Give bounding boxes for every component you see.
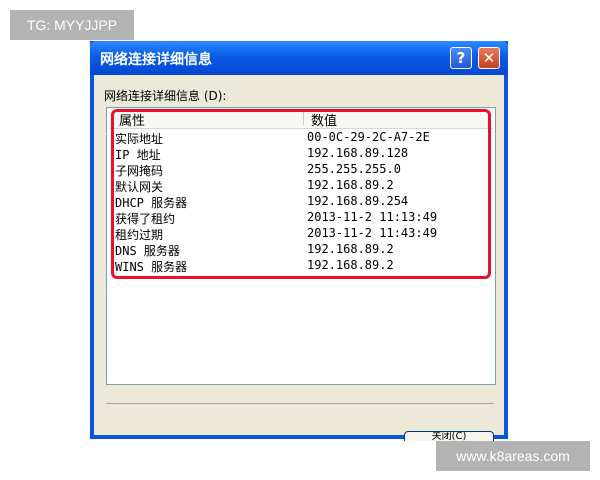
list-item[interactable]: IP 地址 192.168.89.128: [107, 146, 493, 162]
list-item[interactable]: 实际地址 00-0C-29-2C-A7-2E: [107, 130, 493, 146]
list-item[interactable]: DNS 服务器 192.168.89.2: [107, 242, 493, 258]
watermark-top-left: TG: MYYJJPP: [10, 10, 134, 40]
details-list[interactable]: 属性 数值 实际地址 00-0C-29-2C-A7-2E IP 地址 192.1…: [106, 107, 496, 385]
row-value: 192.168.89.2: [307, 178, 394, 192]
row-value: 2013-11-2 11:43:49: [307, 226, 438, 240]
title-bar: 网络连接详细信息 ? ✕: [90, 41, 508, 75]
row-key: 实际地址: [115, 132, 164, 146]
row-value: 00-0C-29-2C-A7-2E: [307, 130, 430, 144]
row-key: DHCP 服务器: [115, 196, 188, 210]
row-key: DNS 服务器: [115, 244, 180, 258]
row-key: WINS 服务器: [115, 260, 188, 274]
row-key: IP 地址: [115, 148, 161, 162]
dialog-client-area: 网络连接详细信息 (D): 属性 数值 实际地址 00-0C-29-2C-A7-…: [94, 75, 504, 441]
list-item[interactable]: DHCP 服务器 192.168.89.254: [107, 194, 493, 210]
row-key: 默认网关: [115, 180, 164, 194]
network-details-dialog: 网络连接详细信息 ? ✕ 网络连接详细信息 (D): 属性 数值 实际地址 00…: [90, 41, 508, 441]
close-icon: ✕: [482, 49, 496, 67]
row-value: 192.168.89.254: [307, 194, 409, 208]
help-button[interactable]: ?: [450, 47, 472, 69]
column-divider[interactable]: [303, 111, 304, 125]
list-item[interactable]: 子网掩码 255.255.255.0: [107, 162, 493, 178]
row-value: 192.168.89.2: [307, 258, 394, 272]
row-value: 192.168.89.2: [307, 242, 394, 256]
list-item[interactable]: 获得了租约 2013-11-2 11:13:49: [107, 210, 493, 226]
dialog-title: 网络连接详细信息: [100, 52, 212, 68]
list-header: 属性 数值: [109, 108, 493, 129]
details-label: 网络连接详细信息 (D):: [104, 89, 227, 103]
list-item[interactable]: 默认网关 192.168.89.2: [107, 178, 493, 194]
list-item[interactable]: WINS 服务器 192.168.89.2: [107, 258, 493, 274]
separator-line: [106, 403, 494, 404]
watermark-bottom-right: www.k8areas.com: [436, 441, 590, 471]
row-value: 255.255.255.0: [307, 162, 401, 176]
column-header-property[interactable]: 属性: [119, 110, 145, 129]
column-header-value[interactable]: 数值: [311, 110, 337, 129]
row-key: 子网掩码: [115, 164, 164, 178]
row-key: 租约过期: [115, 228, 164, 242]
close-title-button[interactable]: ✕: [478, 47, 500, 69]
row-value: 192.168.89.128: [307, 146, 409, 160]
close-button[interactable]: 关闭(C): [404, 431, 494, 441]
row-value: 2013-11-2 11:13:49: [307, 210, 438, 224]
list-item[interactable]: 租约过期 2013-11-2 11:43:49: [107, 226, 493, 242]
help-icon: ?: [456, 49, 466, 67]
row-key: 获得了租约: [115, 212, 176, 226]
